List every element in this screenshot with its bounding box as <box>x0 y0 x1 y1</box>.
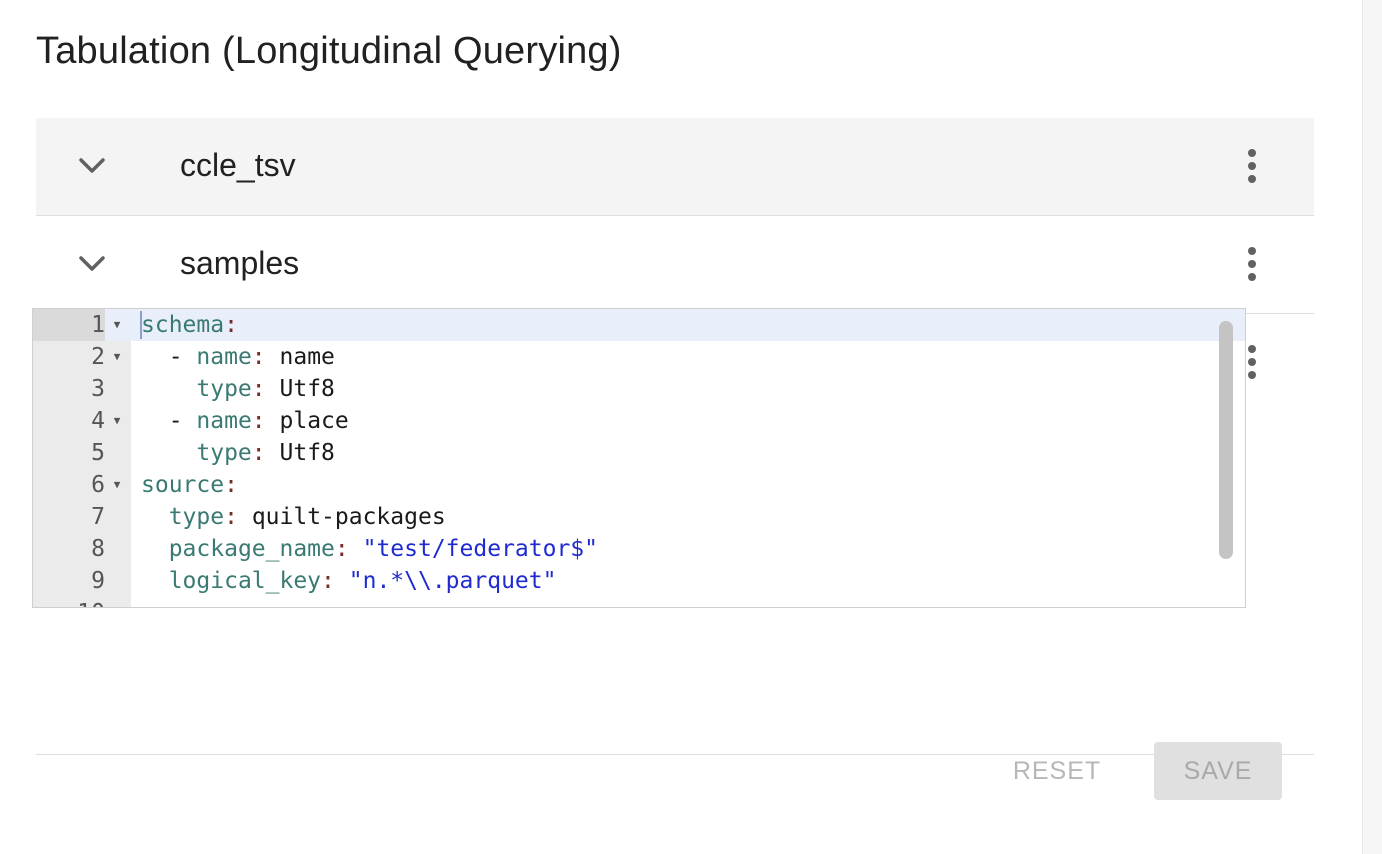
reset-button[interactable]: RESET <box>1002 742 1112 800</box>
yaml-value: place <box>279 408 349 434</box>
save-button[interactable]: SAVE <box>1154 742 1282 800</box>
yaml-value: quilt-packages <box>251 504 446 530</box>
more-vertical-icon[interactable] <box>1234 146 1270 186</box>
yaml-colon: : <box>224 312 238 338</box>
page-title: Tabulation (Longitudinal Querying) <box>36 30 622 72</box>
table-row-samples[interactable]: samples <box>36 216 1314 314</box>
yaml-dash: - <box>168 344 197 370</box>
yaml-dash: - <box>168 408 197 434</box>
fold-toggle-icon[interactable]: ▼ <box>109 597 125 607</box>
yaml-key: logical_key <box>168 568 322 594</box>
code-line[interactable]: 6 ▼ source: <box>33 469 1245 501</box>
line-number: 5 <box>91 440 105 466</box>
fold-toggle-icon[interactable]: ▼ <box>109 309 125 341</box>
line-number: 3 <box>91 376 105 402</box>
line-number: 2 <box>91 344 105 370</box>
code-line[interactable]: 5 type: Utf8 <box>33 437 1245 469</box>
code-lines: 1 ▼ schema: 2 ▼ - name: name 3 type: Utf… <box>33 309 1245 607</box>
chevron-down-icon[interactable] <box>74 150 110 182</box>
yaml-colon: : <box>224 600 238 607</box>
code-line[interactable]: 2 ▼ - name: name <box>33 341 1245 373</box>
line-number: 9 <box>91 568 105 594</box>
yaml-colon: : <box>251 440 266 466</box>
yaml-key: parser <box>141 600 224 607</box>
yaml-key: schema <box>141 312 225 338</box>
code-line[interactable]: 9 logical_key: "n.*\\.parquet" <box>33 565 1245 597</box>
code-line[interactable]: 4 ▼ - name: place <box>33 405 1245 437</box>
yaml-colon: : <box>334 536 349 562</box>
line-number: 1 <box>33 309 105 341</box>
yaml-key: type <box>196 376 252 402</box>
yaml-key: type <box>196 440 252 466</box>
line-number: 4 <box>91 408 105 434</box>
yaml-key: name <box>196 408 252 434</box>
yaml-code-editor[interactable]: 1 ▼ schema: 2 ▼ - name: name 3 type: Utf… <box>32 308 1246 608</box>
yaml-key: source <box>141 472 225 498</box>
line-number: 10 <box>33 597 105 607</box>
code-line[interactable]: 10 ▼ parser: <box>33 597 1245 607</box>
yaml-key: type <box>168 504 225 530</box>
yaml-string: "n.*\\.parquet" <box>348 568 557 594</box>
yaml-colon: : <box>251 408 266 434</box>
more-vertical-icon[interactable] <box>1234 244 1270 284</box>
fold-toggle-icon[interactable]: ▼ <box>109 469 125 501</box>
yaml-colon: : <box>224 472 238 498</box>
yaml-colon: : <box>224 504 238 530</box>
chevron-down-icon[interactable] <box>74 248 110 280</box>
fold-toggle-icon[interactable]: ▼ <box>109 341 125 373</box>
yaml-colon: : <box>321 568 335 594</box>
line-number: 7 <box>91 504 105 530</box>
yaml-string: "test/federator$" <box>362 536 598 562</box>
code-line[interactable]: 3 type: Utf8 <box>33 373 1245 405</box>
yaml-key: name <box>196 344 252 370</box>
line-number: 8 <box>91 536 105 562</box>
editor-scrollbar-thumb[interactable] <box>1219 321 1233 559</box>
yaml-value: Utf8 <box>279 376 335 402</box>
yaml-key: package_name <box>168 536 335 562</box>
code-line-active[interactable]: 1 ▼ schema: <box>33 309 1245 341</box>
table-name: samples <box>180 245 300 281</box>
table-name: ccle_tsv <box>180 147 296 183</box>
right-edge-panel <box>1362 0 1382 854</box>
table-row-ccle-tsv[interactable]: ccle_tsv <box>36 118 1314 216</box>
line-number: 6 <box>91 472 105 498</box>
yaml-colon: : <box>251 376 266 402</box>
yaml-colon: : <box>251 344 266 370</box>
yaml-value: Utf8 <box>279 440 335 466</box>
yaml-value: name <box>279 344 335 370</box>
code-line[interactable]: 8 package_name: "test/federator$" <box>33 533 1245 565</box>
fold-toggle-icon[interactable]: ▼ <box>109 405 125 437</box>
code-line[interactable]: 7 type: quilt-packages <box>33 501 1245 533</box>
